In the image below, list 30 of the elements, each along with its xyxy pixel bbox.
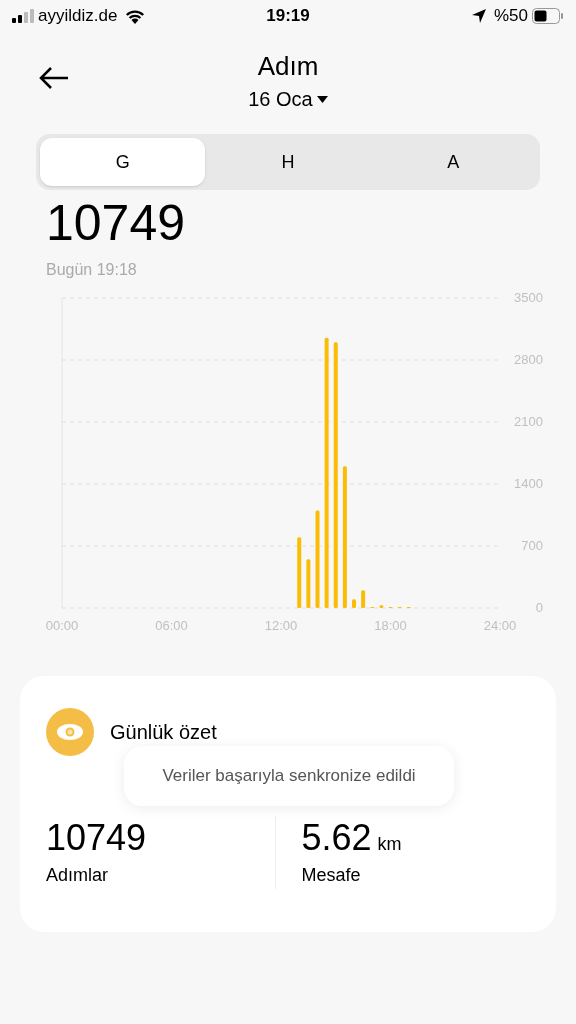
sync-toast: Veriler başarıyla senkronize edildi [124, 746, 454, 806]
chart-bar [361, 590, 366, 608]
eye-icon [46, 708, 94, 756]
location-arrow-icon [471, 9, 486, 23]
battery-percent: %50 [493, 5, 528, 28]
stat-unit: km [377, 833, 402, 856]
battery-icon [532, 8, 564, 24]
chart-bar [306, 559, 311, 608]
date-dropdown[interactable]: 16 Oca [248, 84, 328, 114]
chart-bar [297, 537, 302, 608]
caret-icon [316, 95, 328, 103]
carrier-name: ayyildiz.de [38, 5, 118, 28]
signal-icon [12, 9, 34, 23]
back-button[interactable] [38, 66, 70, 90]
clock: 19:19 [266, 5, 310, 28]
period-tab[interactable]: G [40, 138, 206, 186]
updated-time: Bugün 19:18 [45, 260, 138, 280]
chart-bar [352, 599, 356, 608]
chart-bar [379, 605, 384, 608]
back-arrow-icon [38, 66, 70, 90]
wifi-icon [125, 8, 146, 24]
total-steps: 10749 [0, 194, 576, 252]
page-title: Adım [257, 50, 319, 82]
summary-title: Günlük özet [110, 720, 217, 745]
stat-label: Adımlar [46, 864, 109, 887]
stat-value: 5.62 [301, 816, 372, 860]
stat-label: Mesafe [301, 864, 362, 887]
period-tab[interactable]: H [205, 138, 371, 186]
stat-value: 10749 [46, 816, 147, 860]
period-tab[interactable]: A [370, 138, 536, 186]
